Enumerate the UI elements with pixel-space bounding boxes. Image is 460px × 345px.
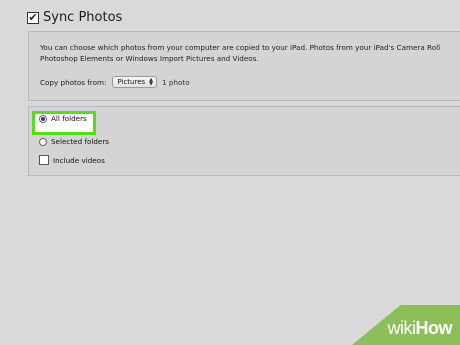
watermark-suffix: How bbox=[415, 318, 453, 338]
sync-info-panel: You can choose which photos from your co… bbox=[28, 31, 460, 101]
photo-source-select[interactable]: Pictures ▲ ▼ bbox=[112, 76, 158, 88]
copy-photos-row: Copy photos from: Pictures ▲ ▼ 1 photo bbox=[40, 76, 190, 88]
all-folders-radio[interactable] bbox=[39, 114, 47, 123]
all-folders-label: All folders bbox=[51, 114, 87, 123]
photo-count: 1 photo bbox=[162, 77, 190, 87]
selected-folders-option[interactable]: Selected folders bbox=[39, 137, 109, 146]
sync-photos-checkbox[interactable]: ✔ bbox=[27, 11, 39, 24]
include-videos-checkbox[interactable] bbox=[39, 155, 49, 165]
selected-folders-radio[interactable] bbox=[39, 137, 47, 146]
watermark-prefix: wiki bbox=[387, 318, 417, 338]
include-videos-option[interactable]: Include videos bbox=[39, 155, 105, 165]
sync-photos-title: Sync Photos bbox=[43, 10, 123, 25]
include-videos-label: Include videos bbox=[53, 155, 105, 165]
sync-photos-header: ✔ Sync Photos bbox=[27, 10, 122, 25]
sync-description: You can choose which photos from your co… bbox=[40, 42, 460, 64]
description-line-2: Photoshop Elements or Windows Import Pic… bbox=[40, 54, 259, 63]
selected-folders-label: Selected folders bbox=[51, 137, 110, 146]
description-line-1: You can choose which photos from your co… bbox=[40, 43, 441, 52]
updown-arrows-icon: ▲ ▼ bbox=[149, 77, 154, 87]
copy-photos-label: Copy photos from: bbox=[40, 77, 107, 87]
photo-source-value: Pictures bbox=[117, 78, 146, 86]
all-folders-option[interactable]: All folders bbox=[39, 114, 87, 123]
wikihow-watermark: wikiHow bbox=[352, 305, 460, 345]
